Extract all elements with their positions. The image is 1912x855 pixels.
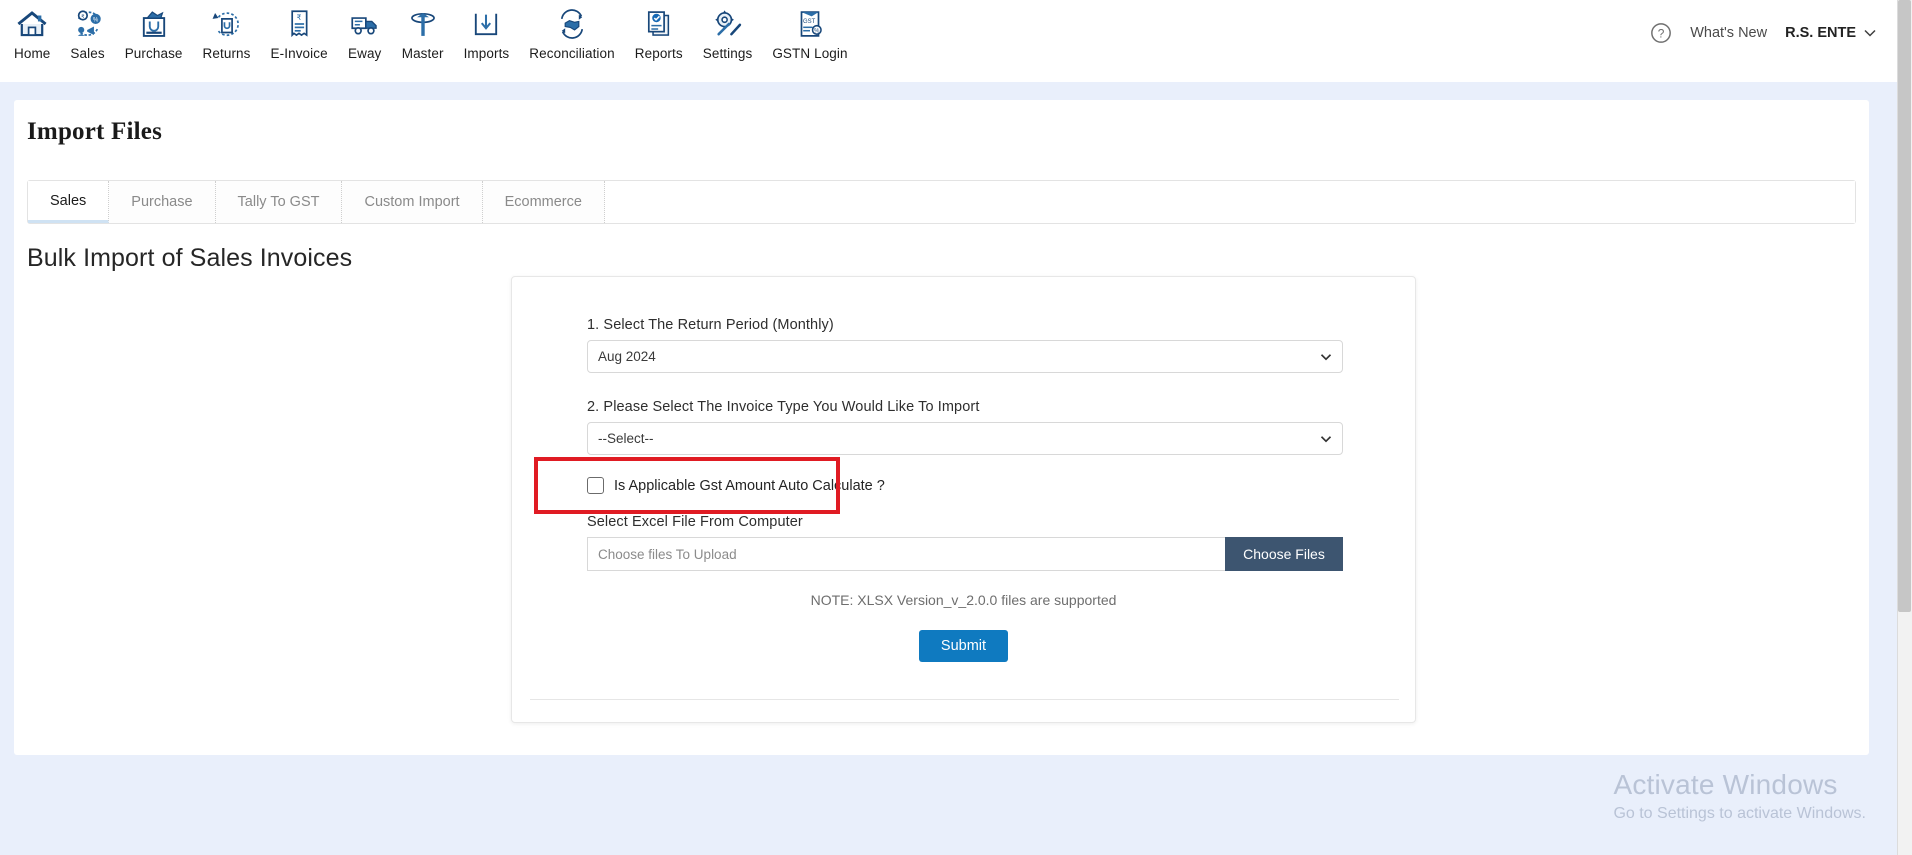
chevron-down-icon — [1320, 354, 1332, 361]
nav-item-e-invoice[interactable]: ₹ E-Invoice — [261, 6, 338, 61]
tab-bar: Sales Purchase Tally To GST Custom Impor… — [27, 180, 1856, 224]
imports-download-icon — [475, 13, 498, 36]
sales-icon: ₹ % — [77, 10, 101, 36]
nav-item-eway[interactable]: Eway — [338, 6, 392, 61]
top-navigation-bar: Home ₹ % Sales Purchase Returns ₹ E-Invo… — [0, 0, 1897, 82]
tab-label: Custom Import — [364, 194, 460, 210]
activate-windows-watermark: Activate Windows Go to Settings to activ… — [1613, 769, 1866, 823]
purchase-icon — [142, 11, 165, 37]
nav-item-label: Eway — [348, 46, 382, 61]
nav-item-reports[interactable]: Reports — [625, 6, 693, 61]
vertical-scrollbar[interactable] — [1897, 0, 1912, 855]
nav-item-gstn-login[interactable]: GST % GSTN Login — [762, 6, 857, 61]
nav-item-purchase[interactable]: Purchase — [115, 6, 193, 61]
svg-text:%: % — [814, 29, 820, 35]
file-upload-input[interactable]: Choose files To Upload — [587, 537, 1225, 571]
nav-item-label: Imports — [463, 46, 510, 61]
submit-button[interactable]: Submit — [918, 630, 1009, 662]
return-period-select[interactable]: Aug 2024 — [587, 340, 1343, 373]
nav-item-label: E-Invoice — [270, 46, 328, 61]
nav-item-label: Reconciliation — [529, 46, 615, 61]
nav-item-reconciliation[interactable]: Reconciliation — [519, 6, 624, 61]
gstn-login-icon: GST % — [800, 11, 822, 37]
return-period-value: Aug 2024 — [598, 349, 656, 364]
svg-text:₹: ₹ — [297, 13, 302, 22]
nav-item-list: Home ₹ % Sales Purchase Returns ₹ E-Invo… — [0, 0, 858, 61]
eway-truck-icon — [351, 17, 377, 35]
chevron-down-icon — [1320, 436, 1332, 443]
nav-item-settings[interactable]: Settings — [693, 6, 763, 61]
home-icon — [17, 11, 47, 37]
e-invoice-icon: ₹ — [291, 10, 308, 38]
page-title: Import Files — [27, 118, 163, 145]
content-panel: Import Files Sales Purchase Tally To GST… — [14, 100, 1869, 755]
tab-purchase[interactable]: Purchase — [109, 181, 216, 223]
tab-ecommerce[interactable]: Ecommerce — [482, 181, 605, 223]
tab-label: Purchase — [131, 194, 193, 210]
svg-text:?: ? — [1658, 27, 1665, 41]
nav-item-label: GSTN Login — [772, 46, 848, 61]
file-format-note: NOTE: XLSX Version_v_2.0.0 files are sup… — [810, 592, 1117, 608]
choose-files-button[interactable]: Choose Files — [1225, 537, 1343, 571]
returns-icon — [212, 12, 239, 37]
nav-item-label: Sales — [70, 46, 105, 61]
nav-item-label: Home — [14, 46, 51, 61]
nav-item-label: Master — [401, 46, 444, 61]
nav-item-label: Purchase — [124, 46, 183, 61]
whats-new-link[interactable]: What's New — [1690, 25, 1767, 41]
help-circle-icon[interactable]: ? — [1650, 22, 1672, 44]
nav-item-master[interactable]: Master — [392, 6, 454, 61]
tab-label: Sales — [50, 192, 87, 209]
gst-auto-calculate-checkbox[interactable] — [587, 477, 604, 494]
import-form-card: 1. Select The Return Period (Monthly) Au… — [511, 276, 1416, 723]
card-bottom-divider — [530, 699, 1399, 700]
user-menu[interactable]: R.S. ENTE — [1785, 25, 1877, 41]
tab-label: Ecommerce — [504, 194, 582, 210]
nav-item-label: Returns — [202, 46, 251, 61]
svg-text:%: % — [93, 17, 99, 23]
settings-gear-wrench-icon — [714, 10, 741, 36]
nav-item-sales[interactable]: ₹ % Sales — [60, 6, 114, 61]
tab-bar-spacer — [604, 181, 1855, 223]
invoice-type-value: --Select-- — [598, 431, 654, 446]
nav-item-label: Reports — [634, 46, 683, 61]
watermark-subtitle: Go to Settings to activate Windows. — [1613, 805, 1866, 822]
return-period-label: 1. Select The Return Period (Monthly) — [587, 317, 834, 333]
nav-item-home[interactable]: Home — [4, 6, 60, 61]
invoice-type-select[interactable]: --Select-- — [587, 422, 1343, 455]
chevron-down-icon — [1864, 29, 1876, 37]
master-icon — [410, 12, 435, 36]
tab-tally-to-gst[interactable]: Tally To GST — [215, 181, 343, 223]
gst-auto-calculate-label: Is Applicable Gst Amount Auto Calculate … — [614, 477, 885, 494]
user-name-label: R.S. ENTE — [1785, 25, 1856, 41]
scrollbar-thumb[interactable] — [1898, 0, 1911, 612]
header-actions: ? What's New R.S. ENTE — [1650, 0, 1897, 44]
file-upload-row: Choose files To Upload Choose Files — [587, 537, 1343, 571]
nav-item-returns[interactable]: Returns — [193, 6, 261, 61]
nav-item-label: Settings — [702, 46, 753, 61]
invoice-type-label: 2. Please Select The Invoice Type You Wo… — [587, 399, 980, 415]
reconciliation-handshake-icon — [560, 9, 584, 39]
nav-item-imports[interactable]: Imports — [454, 6, 520, 61]
tab-sales[interactable]: Sales — [28, 181, 110, 223]
reports-icon — [647, 11, 669, 36]
gst-auto-calculate-row: Is Applicable Gst Amount Auto Calculate … — [587, 477, 1340, 494]
section-title: Bulk Import of Sales Invoices — [27, 244, 353, 272]
file-upload-label: Select Excel File From Computer — [587, 514, 803, 530]
svg-text:GST: GST — [803, 19, 816, 25]
tab-custom-import[interactable]: Custom Import — [342, 181, 483, 223]
tab-label: Tally To GST — [237, 194, 320, 210]
watermark-title: Activate Windows — [1613, 768, 1838, 800]
svg-text:₹: ₹ — [81, 14, 84, 20]
